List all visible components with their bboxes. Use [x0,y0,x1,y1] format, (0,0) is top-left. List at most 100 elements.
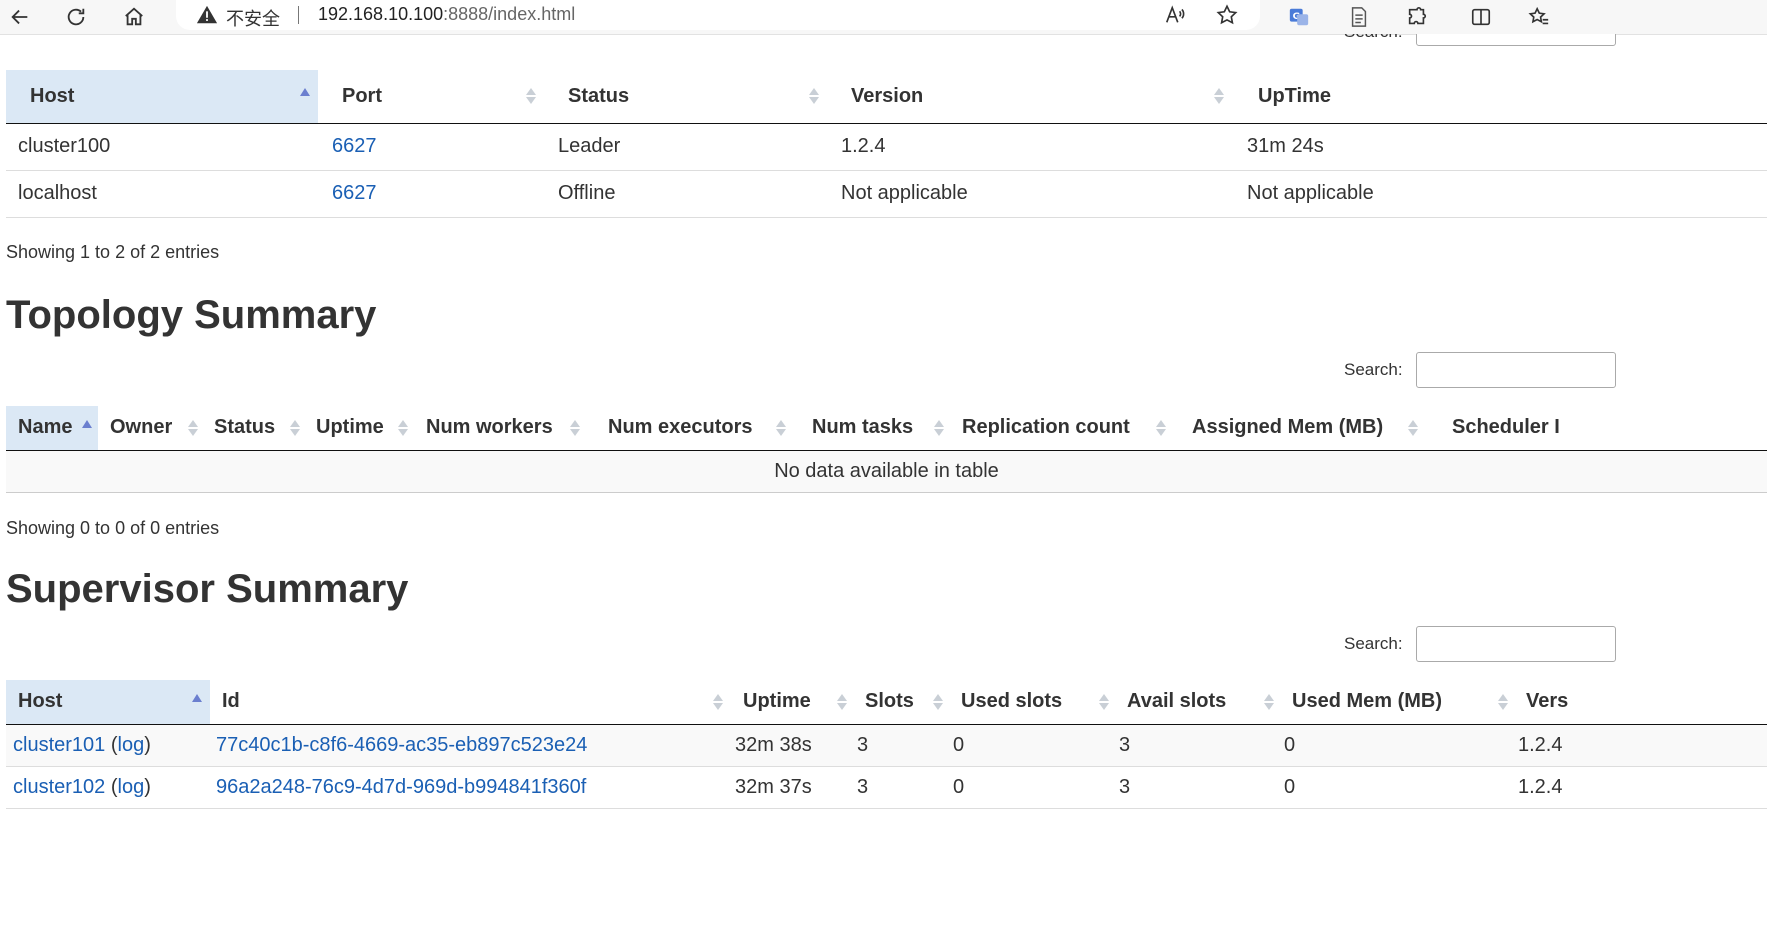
supervisor-table: Host Id Uptime Slots Used slots Avail sl… [6,680,1767,809]
column-header-assigned-mem[interactable]: Assigned Mem (MB) [1180,406,1440,451]
sort-icon [1214,86,1224,106]
back-icon[interactable] [6,3,34,31]
home-icon[interactable] [120,3,148,31]
column-header-num-workers[interactable]: Num workers [414,406,596,451]
sort-icon [776,418,786,438]
column-header-slots[interactable]: Slots [853,680,949,725]
supervisor-summary-heading: Supervisor Summary [6,567,409,611]
column-header-status[interactable]: Status [544,70,827,124]
log-link[interactable]: log [118,776,145,798]
empty-table-message: No data available in table [6,450,1767,493]
split-screen-icon[interactable] [1468,4,1494,30]
table-row: cluster101 (log) 77c40c1b-c8f6-4669-ac35… [6,724,1767,767]
host-link[interactable]: cluster102 [13,776,105,798]
host-link[interactable]: cluster101 [13,734,105,756]
page-content: Search: Host Port Status Version UpTime [0,34,1767,927]
column-header-scheduler-info[interactable]: Scheduler I [1440,406,1767,451]
sort-icon [290,418,300,438]
favorites-icon[interactable] [1526,4,1552,30]
column-header-num-executors[interactable]: Num executors [596,406,800,451]
host-cell: cluster101 (log) [6,724,210,767]
sort-icon [713,692,723,712]
topology-table-info: Showing 0 to 0 of 0 entries [6,518,220,538]
supervisor-search-input[interactable] [1416,626,1616,662]
supervisor-id-link[interactable]: 96a2a248-76c9-4d7d-969d-b994841f360f [216,776,586,798]
nimbus-search-input[interactable] [1416,34,1616,46]
slots-cell: 3 [853,724,949,767]
sort-icon [809,86,819,106]
used-slots-cell: 0 [949,724,1115,767]
sort-icon [934,418,944,438]
column-header-name[interactable]: Name [6,406,98,451]
column-header-used-mem[interactable]: Used Mem (MB) [1280,680,1514,725]
address-separator [298,6,299,24]
avail-slots-cell: 3 [1115,766,1280,809]
table-row: cluster102 (log) 96a2a248-76c9-4d7d-969d… [6,766,1767,809]
version-cell: Not applicable [827,170,1232,218]
favorite-star-icon[interactable] [1216,4,1240,28]
table-row-empty: No data available in table [6,450,1767,493]
sort-icon [933,692,943,712]
sort-icon [1156,418,1166,438]
read-aloud-icon[interactable] [1164,4,1188,28]
document-icon[interactable] [1346,4,1372,30]
port-link[interactable]: 6627 [332,182,377,204]
url-text[interactable]: 192.168.10.100:8888/index.html [318,4,575,25]
sort-icon [837,692,847,712]
warning-icon[interactable] [196,4,218,26]
column-header-version[interactable]: Vers [1514,680,1767,725]
column-header-avail-slots[interactable]: Avail slots [1115,680,1280,725]
table-row: cluster100 6627 Leader 1.2.4 31m 24s [6,123,1767,171]
column-header-port[interactable]: Port [318,70,544,124]
status-cell: Leader [544,123,827,171]
sort-icon [570,418,580,438]
sort-asc-icon [300,88,310,97]
extensions-icon[interactable] [1404,4,1430,30]
column-header-used-slots[interactable]: Used slots [949,680,1115,725]
log-link[interactable]: log [118,734,145,756]
topology-summary-heading: Topology Summary [6,293,377,337]
address-bar[interactable]: 不安全 192.168.10.100:8888/index.html [176,0,1260,30]
column-header-uptime[interactable]: Uptime [731,680,853,725]
insecure-label[interactable]: 不安全 [226,5,280,31]
id-cell: 96a2a248-76c9-4d7d-969d-b994841f360f [210,766,731,809]
refresh-icon[interactable] [62,3,90,31]
used-mem-cell: 0 [1280,766,1514,809]
column-header-uptime[interactable]: UpTime [1232,70,1767,124]
column-header-host[interactable]: Host [6,70,318,124]
port-link[interactable]: 6627 [332,135,377,157]
supervisor-id-link[interactable]: 77c40c1b-c8f6-4669-ac35-eb897c523e24 [216,734,587,756]
browser-toolbar: 不安全 192.168.10.100:8888/index.html G [0,0,1767,35]
column-header-status[interactable]: Status [202,406,304,451]
column-header-uptime[interactable]: Uptime [304,406,414,451]
table-row: localhost 6627 Offline Not applicable No… [6,170,1767,218]
host-cell: cluster102 (log) [6,766,210,809]
column-header-num-tasks[interactable]: Num tasks [800,406,950,451]
sort-asc-icon [82,419,92,428]
uptime-cell: 32m 37s [731,766,853,809]
uptime-cell: 32m 38s [731,724,853,767]
sort-icon [188,418,198,438]
column-header-replication-count[interactable]: Replication count [950,406,1180,451]
column-header-id[interactable]: Id [210,680,731,725]
topology-search-input[interactable] [1416,352,1616,388]
topology-table: Name Owner Status Uptime Num workers Num… [6,406,1767,493]
version-cell: 1.2.4 [1514,724,1767,767]
column-header-owner[interactable]: Owner [98,406,202,451]
column-header-version[interactable]: Version [827,70,1232,124]
column-header-host[interactable]: Host [6,680,210,725]
uptime-cell: 31m 24s [1232,123,1767,171]
nimbus-table-info: Showing 1 to 2 of 2 entries [6,242,220,262]
status-cell: Offline [544,170,827,218]
version-cell: 1.2.4 [1514,766,1767,809]
sort-icon [1264,692,1274,712]
sort-asc-icon [192,693,202,702]
port-cell: 6627 [318,170,544,218]
translate-icon[interactable]: G [1286,4,1312,30]
nimbus-table: Host Port Status Version UpTime cluster1… [6,70,1767,218]
uptime-cell: Not applicable [1232,170,1767,218]
port-cell: 6627 [318,123,544,171]
host-cell: localhost [6,170,318,218]
used-mem-cell: 0 [1280,724,1514,767]
used-slots-cell: 0 [949,766,1115,809]
